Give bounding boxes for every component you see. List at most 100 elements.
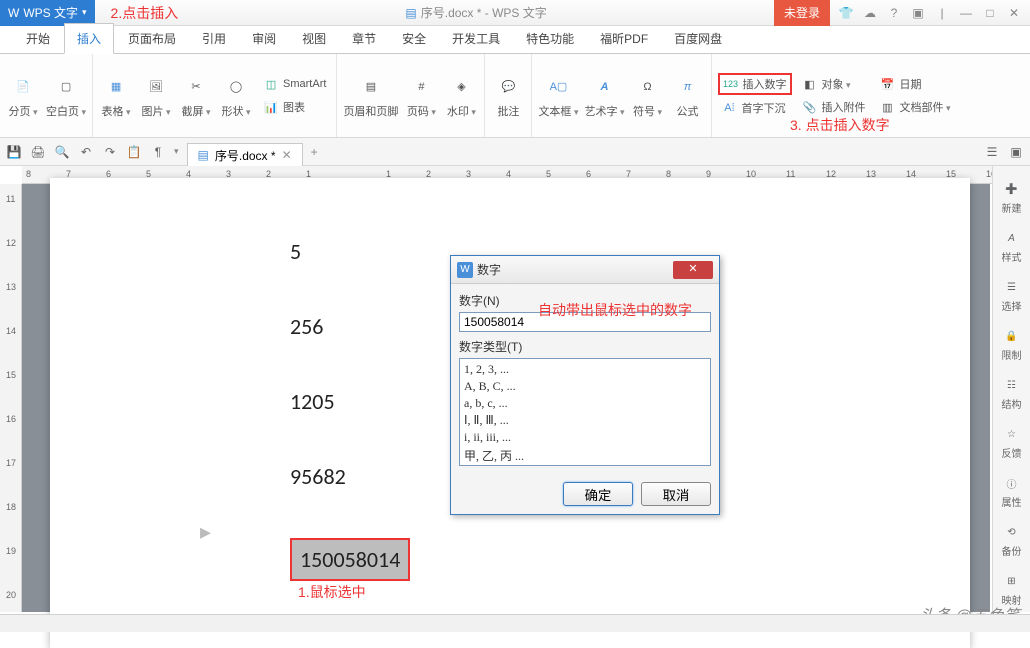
image-button[interactable]: 🖼图片 bbox=[139, 73, 173, 119]
dialog-close-button[interactable]: ✕ bbox=[673, 261, 713, 279]
list-item[interactable]: Ⅰ, Ⅱ, Ⅲ, ... bbox=[462, 412, 708, 429]
tab-review[interactable]: 审阅 bbox=[240, 24, 288, 53]
smartart-icon: ◫ bbox=[263, 76, 279, 92]
cloud-icon[interactable]: ☁ bbox=[862, 6, 878, 20]
dialog-title: 数字 bbox=[477, 261, 673, 278]
dropcap-icon: A⁞ bbox=[722, 100, 738, 116]
header-footer-button[interactable]: ▤页眉和页脚 bbox=[343, 73, 398, 119]
structure-icon: ☷ bbox=[1003, 376, 1021, 394]
chart-icon: 📊 bbox=[263, 99, 279, 115]
window-controls: 👕 ☁ ? ▣ | — □ ✕ bbox=[830, 6, 1030, 20]
maximize-icon[interactable]: □ bbox=[982, 6, 998, 20]
blank-page-icon: ▢ bbox=[52, 73, 80, 101]
save-icon[interactable]: 💾 bbox=[6, 144, 22, 160]
blankpage-button[interactable]: ▢空白页 bbox=[46, 73, 86, 119]
minimize-icon[interactable]: — bbox=[958, 6, 974, 20]
chart-button[interactable]: 📊图表 bbox=[259, 97, 330, 117]
tab-start[interactable]: 开始 bbox=[14, 24, 62, 53]
help-icon[interactable]: ? bbox=[886, 6, 902, 20]
style-icon: A bbox=[1003, 229, 1021, 247]
symbol-button[interactable]: Ω符号 bbox=[631, 73, 665, 119]
sidebar-props[interactable]: ⓘ属性 bbox=[1002, 474, 1022, 509]
print-icon[interactable]: 🖨 bbox=[30, 144, 46, 160]
preview-icon[interactable]: 🔍 bbox=[54, 144, 70, 160]
list-item[interactable]: i, ii, iii, ... bbox=[462, 429, 708, 446]
sidebar-style[interactable]: A样式 bbox=[1002, 229, 1022, 264]
equation-button[interactable]: π公式 bbox=[671, 73, 705, 119]
dialog-titlebar[interactable]: W 数字 ✕ bbox=[451, 256, 719, 284]
textbox-button[interactable]: A▢文本框 bbox=[538, 73, 578, 119]
doc-tab-close-icon[interactable]: ✕ bbox=[282, 148, 292, 162]
watermark-button[interactable]: ◈水印 bbox=[444, 73, 478, 119]
sidebar-backup[interactable]: ⟲备份 bbox=[1002, 523, 1022, 558]
redo-icon[interactable]: ↷ bbox=[102, 144, 118, 160]
table-button[interactable]: ▦表格 bbox=[99, 73, 133, 119]
paging-button[interactable]: 📄分页 bbox=[6, 73, 40, 119]
insert-number-button[interactable]: 123插入数字 bbox=[718, 73, 792, 95]
sidebar-feedback[interactable]: ☆反馈 bbox=[1002, 425, 1022, 460]
tab-devtools[interactable]: 开发工具 bbox=[440, 24, 512, 53]
wordart-icon: A bbox=[590, 73, 618, 101]
list-item[interactable]: a, b, c, ... bbox=[462, 395, 708, 412]
number-dialog: W 数字 ✕ 数字(N) 数字类型(T) 1, 2, 3, ... A, B, … bbox=[450, 255, 720, 515]
app-menu-button[interactable]: W WPS 文字 ▾ bbox=[0, 0, 95, 26]
tab-features[interactable]: 特色功能 bbox=[514, 24, 586, 53]
smartart-button[interactable]: ◫SmartArt bbox=[259, 74, 330, 94]
wordart-button[interactable]: A艺术字 bbox=[584, 73, 624, 119]
tab-layout[interactable]: 页面布局 bbox=[116, 24, 188, 53]
new-tab-icon[interactable]: + bbox=[311, 145, 318, 159]
qat-dropdown-icon[interactable]: ▾ bbox=[174, 146, 179, 157]
list-item[interactable]: A, B, C, ... bbox=[462, 378, 708, 395]
tab-insert[interactable]: 插入 bbox=[64, 23, 114, 54]
tab-baidu[interactable]: 百度网盘 bbox=[662, 24, 734, 53]
number-type-list[interactable]: 1, 2, 3, ... A, B, C, ... a, b, c, ... Ⅰ… bbox=[459, 358, 711, 466]
date-button[interactable]: 📅日期 bbox=[876, 74, 955, 94]
comment-button[interactable]: 💬批注 bbox=[491, 73, 525, 119]
window-icon[interactable]: ▣ bbox=[1008, 144, 1024, 160]
dropcap-button[interactable]: A⁞首字下沉 bbox=[718, 98, 792, 118]
shape-button[interactable]: ◯形状 bbox=[219, 73, 253, 119]
screenshot-button[interactable]: ✂截屏 bbox=[179, 73, 213, 119]
restore-icon[interactable]: ▣ bbox=[910, 6, 926, 20]
sidebar-new[interactable]: ➕新建 bbox=[1002, 180, 1022, 215]
pagenum-button[interactable]: #页码 bbox=[404, 73, 438, 119]
selected-text[interactable]: 150058014 bbox=[290, 538, 410, 581]
login-button[interactable]: 未登录 bbox=[774, 0, 830, 26]
ok-button[interactable]: 确定 bbox=[563, 482, 633, 506]
cancel-button[interactable]: 取消 bbox=[641, 482, 711, 506]
window-title: ▤ 序号.docx * - WPS 文字 bbox=[178, 4, 774, 21]
number-icon: 123 bbox=[723, 76, 739, 92]
watermark-icon: ◈ bbox=[447, 73, 475, 101]
paragraph-marker-icon: ▸ bbox=[200, 518, 211, 545]
tab-security[interactable]: 安全 bbox=[390, 24, 438, 53]
tab-foxit[interactable]: 福昕PDF bbox=[588, 24, 660, 53]
number-input[interactable] bbox=[459, 312, 711, 332]
page-break-icon: 📄 bbox=[9, 73, 37, 101]
object-button[interactable]: ◧对象 bbox=[798, 74, 870, 94]
tab-chapter[interactable]: 章节 bbox=[340, 24, 388, 53]
list-item[interactable]: 甲, 乙, 丙 ... bbox=[462, 446, 708, 465]
sidebar-limit[interactable]: 🔒限制 bbox=[1002, 327, 1022, 362]
docpart-icon: ▥ bbox=[880, 99, 896, 115]
undo-icon[interactable]: ↶ bbox=[78, 144, 94, 160]
close-icon[interactable]: ✕ bbox=[1006, 6, 1022, 20]
sidebar-structure[interactable]: ☷结构 bbox=[1002, 376, 1022, 411]
docpart-button[interactable]: ▥文档部件 bbox=[876, 97, 955, 117]
right-sidebar: ➕新建 A样式 ☰选择 🔒限制 ☷结构 ☆反馈 ⓘ属性 ⟲备份 ⊞映射 bbox=[992, 166, 1030, 612]
num-label: 数字(N) bbox=[459, 292, 711, 309]
attach-button[interactable]: 📎插入附件 bbox=[798, 97, 870, 117]
tab-reference[interactable]: 引用 bbox=[190, 24, 238, 53]
tab-view[interactable]: 视图 bbox=[290, 24, 338, 53]
shirt-icon[interactable]: 👕 bbox=[838, 6, 854, 20]
screenshot-icon: ✂ bbox=[182, 73, 210, 101]
feedback-icon: ☆ bbox=[1003, 425, 1021, 443]
statusbar bbox=[0, 614, 1030, 632]
divider: | bbox=[934, 6, 950, 20]
format-icon[interactable]: ¶ bbox=[150, 144, 166, 160]
list-icon[interactable]: ☰ bbox=[984, 144, 1000, 160]
quick-access-toolbar: 💾 🖨 🔍 ↶ ↷ 📋 ¶ ▾ ▤ 序号.docx * ✕ + ☰ ▣ bbox=[0, 138, 1030, 166]
sidebar-select[interactable]: ☰选择 bbox=[1002, 278, 1022, 313]
document-tab[interactable]: ▤ 序号.docx * ✕ bbox=[187, 143, 303, 167]
list-item[interactable]: 1, 2, 3, ... bbox=[462, 361, 708, 378]
paste-icon[interactable]: 📋 bbox=[126, 144, 142, 160]
